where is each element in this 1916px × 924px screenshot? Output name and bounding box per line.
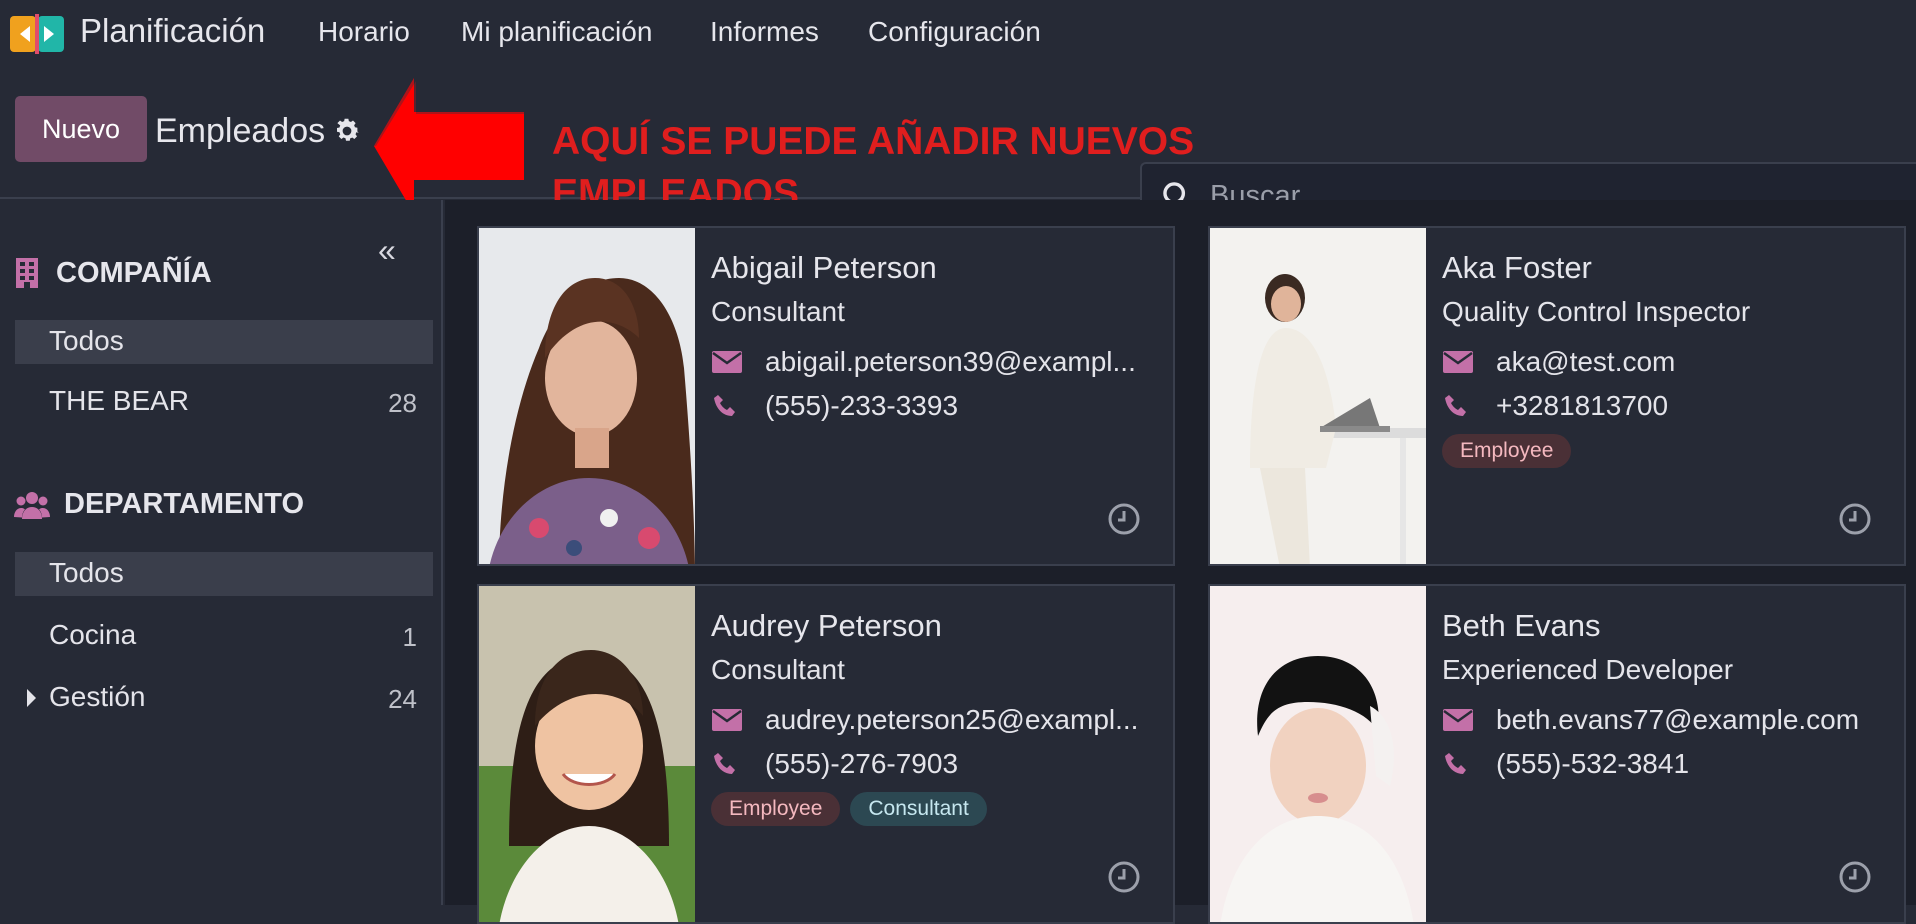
phone-icon bbox=[1445, 395, 1466, 416]
employee-phone-row: (555)-233-3393 bbox=[711, 384, 1161, 428]
filter-label: Todos bbox=[49, 557, 124, 588]
employee-card[interactable]: Beth Evans Experienced Developer beth.ev… bbox=[1208, 584, 1906, 924]
employee-card[interactable]: Aka Foster Quality Control Inspector aka… bbox=[1208, 226, 1906, 566]
employee-name: Audrey Peterson bbox=[711, 608, 942, 643]
card-details: Beth Evans Experienced Developer beth.ev… bbox=[1442, 608, 1892, 786]
employee-job-title: Consultant bbox=[711, 654, 845, 685]
envelope-icon bbox=[1443, 709, 1473, 731]
department-title: DEPARTAMENTO bbox=[64, 488, 305, 520]
tag-consultant: Consultant bbox=[850, 792, 987, 826]
clock-icon[interactable] bbox=[1107, 502, 1141, 536]
employee-tags: Employee bbox=[1442, 434, 1892, 468]
department-icon bbox=[14, 491, 50, 519]
employee-photo bbox=[479, 586, 695, 922]
employee-card[interactable]: Abigail Peterson Consultant abigail.pete… bbox=[477, 226, 1175, 566]
filter-count: 28 bbox=[388, 388, 417, 418]
employee-email-row: abigail.peterson39@exampl... bbox=[711, 340, 1161, 384]
company-title: COMPAÑÍA bbox=[56, 256, 212, 289]
filter-label: Cocina bbox=[49, 619, 137, 650]
employee-photo bbox=[1210, 228, 1426, 564]
clock-icon[interactable] bbox=[1107, 860, 1141, 894]
employee-card[interactable]: Audrey Peterson Consultant audrey.peters… bbox=[477, 584, 1175, 924]
employee-job-title: Quality Control Inspector bbox=[1442, 296, 1751, 327]
filter-label: THE BEAR bbox=[49, 385, 190, 416]
employee-email-row: audrey.peterson25@exampl... bbox=[711, 698, 1161, 742]
employee-email[interactable]: beth.evans77@example.com bbox=[1496, 704, 1859, 736]
employee-email[interactable]: abigail.peterson39@exampl... bbox=[765, 346, 1136, 378]
envelope-icon bbox=[712, 709, 742, 731]
employee-photo bbox=[1210, 586, 1426, 922]
phone-icon bbox=[1445, 753, 1466, 774]
employee-photo bbox=[479, 228, 695, 564]
menu-configuracion[interactable]: Configuración bbox=[868, 16, 1041, 48]
card-details: Abigail Peterson Consultant abigail.pete… bbox=[711, 250, 1161, 428]
envelope-icon bbox=[712, 351, 742, 373]
filter-label: Gestión bbox=[49, 681, 146, 712]
employee-job-title: Consultant bbox=[711, 296, 845, 327]
employee-email[interactable]: audrey.peterson25@exampl... bbox=[765, 704, 1138, 736]
clock-icon[interactable] bbox=[1838, 502, 1872, 536]
top-navbar: Planificación Horario Mi planificación I… bbox=[0, 0, 1916, 66]
employee-phone-row: +3281813700 bbox=[1442, 384, 1892, 428]
phone-icon bbox=[714, 395, 735, 416]
search-panel-sidebar: « COMPAÑÍA Todos THE BEAR 28 DEPARTAMENT… bbox=[0, 200, 443, 905]
employee-phone[interactable]: (555)-233-3393 bbox=[765, 390, 958, 422]
employee-phone[interactable]: (555)-276-7903 bbox=[765, 748, 958, 780]
clock-icon[interactable] bbox=[1838, 860, 1872, 894]
card-details: Aka Foster Quality Control Inspector aka… bbox=[1442, 250, 1892, 468]
card-details: Audrey Peterson Consultant audrey.peters… bbox=[711, 608, 1161, 826]
filter-count: 1 bbox=[402, 622, 417, 652]
tag-employee: Employee bbox=[1442, 434, 1572, 468]
breadcrumb: Empleados bbox=[155, 112, 326, 150]
employee-email[interactable]: aka@test.com bbox=[1496, 346, 1675, 378]
employee-name: Aka Foster bbox=[1442, 250, 1592, 285]
department-section-header: DEPARTAMENTO bbox=[14, 488, 304, 521]
company-filter-todos[interactable]: Todos bbox=[15, 320, 433, 364]
employee-email-row: beth.evans77@example.com bbox=[1442, 698, 1892, 742]
menu-informes[interactable]: Informes bbox=[710, 16, 819, 48]
employee-name: Abigail Peterson bbox=[711, 250, 937, 285]
envelope-icon bbox=[1443, 351, 1473, 373]
department-filter-todos[interactable]: Todos bbox=[15, 552, 433, 596]
employee-kanban: Abigail Peterson Consultant abigail.pete… bbox=[445, 200, 1916, 924]
app-name[interactable]: Planificación bbox=[80, 12, 265, 50]
employee-phone-row: (555)-276-7903 bbox=[711, 742, 1161, 786]
menu-mi-planificacion[interactable]: Mi planificación bbox=[461, 16, 652, 48]
employee-phone[interactable]: +3281813700 bbox=[1496, 390, 1668, 422]
employee-email-row: aka@test.com bbox=[1442, 340, 1892, 384]
employee-job-title: Experienced Developer bbox=[1442, 654, 1734, 685]
collapse-sidebar-button[interactable]: « bbox=[378, 232, 396, 269]
menu-horario[interactable]: Horario bbox=[318, 16, 410, 48]
company-icon bbox=[16, 258, 38, 288]
department-filter-cocina[interactable]: Cocina 1 bbox=[15, 614, 433, 658]
new-button[interactable]: Nuevo bbox=[15, 96, 147, 162]
company-filter-the-bear[interactable]: THE BEAR 28 bbox=[15, 380, 433, 424]
tag-employee: Employee bbox=[711, 792, 841, 826]
employee-tags: Employee Consultant bbox=[711, 792, 1161, 826]
annotation-arrow-icon bbox=[374, 78, 524, 214]
employee-name: Beth Evans bbox=[1442, 608, 1601, 643]
phone-icon bbox=[714, 753, 735, 774]
filter-label: Todos bbox=[49, 325, 124, 356]
filter-count: 24 bbox=[388, 684, 417, 714]
annotation-line-1: AQUÍ SE PUEDE AÑADIR NUEVOS bbox=[552, 120, 1195, 163]
department-filter-gestion[interactable]: Gestión 24 bbox=[15, 676, 433, 720]
gear-icon[interactable] bbox=[332, 116, 362, 146]
employee-phone[interactable]: (555)-532-3841 bbox=[1496, 748, 1689, 780]
expand-caret-icon[interactable] bbox=[27, 689, 36, 707]
company-section-header: COMPAÑÍA bbox=[14, 256, 212, 290]
employee-phone-row: (555)-532-3841 bbox=[1442, 742, 1892, 786]
app-logo-icon[interactable] bbox=[10, 14, 64, 54]
